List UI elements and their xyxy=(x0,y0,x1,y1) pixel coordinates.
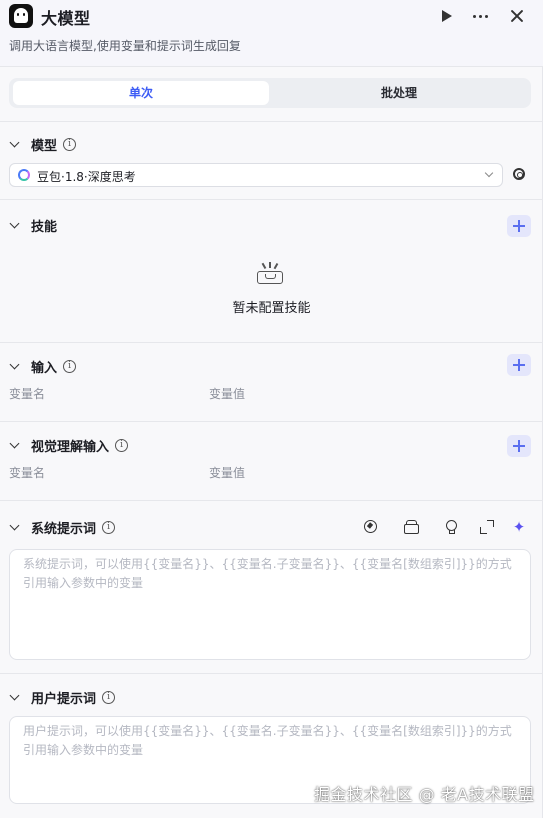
more-options-button[interactable] xyxy=(471,6,491,26)
add-skill-button[interactable] xyxy=(507,215,531,237)
llm-node-logo-icon xyxy=(9,4,33,28)
skills-section-title: 技能 xyxy=(31,219,58,235)
chevron-down-icon xyxy=(9,521,21,533)
input-col-value: 变量值 xyxy=(209,387,246,401)
expand-icon[interactable] xyxy=(479,519,495,535)
compass-icon[interactable] xyxy=(363,519,379,535)
input-section: 输入 i 变量名 变量值 xyxy=(0,343,543,422)
model-select-value: 豆包·1.8·深度思考 xyxy=(37,170,136,184)
system-prompt-header[interactable]: 系统提示词 i xyxy=(9,517,116,537)
user-prompt-placeholder: 用户提示词，可以使用{{变量名}}、{{变量名.子变量名}}、{{变量名[数组索… xyxy=(23,724,512,757)
panel-description: 调用大语言模型,使用变量和提示词生成回复 xyxy=(9,39,241,53)
model-section-header[interactable]: 模型 i xyxy=(9,134,77,154)
vision-col-name: 变量名 xyxy=(9,466,46,480)
model-select[interactable]: 豆包·1.8·深度思考 xyxy=(9,163,503,187)
panel-title: 大模型 xyxy=(41,9,91,28)
info-icon[interactable]: i xyxy=(102,520,116,534)
vision-section-header[interactable]: 视觉理解输入 i xyxy=(9,435,129,455)
run-button[interactable] xyxy=(437,6,457,26)
close-button[interactable] xyxy=(507,6,527,26)
system-prompt-placeholder: 系统提示词，可以使用{{变量名}}、{{变量名.子变量名}}、{{变量名[数组索… xyxy=(23,557,512,590)
chevron-down-icon xyxy=(9,691,21,703)
info-icon[interactable]: i xyxy=(63,137,77,151)
gear-icon[interactable] xyxy=(511,166,527,182)
chevron-down-icon xyxy=(9,439,21,451)
add-input-button[interactable] xyxy=(507,354,531,376)
mode-tabs: 单次 批处理 xyxy=(9,78,531,108)
bulb-icon[interactable] xyxy=(443,519,459,535)
vision-col-value: 变量值 xyxy=(209,466,246,480)
user-prompt-header[interactable]: 用户提示词 i xyxy=(9,687,116,707)
llm-node-panel: 大模型 调用大语言模型,使用变量和提示词生成回复 单次 批处理 模型 i 豆包·… xyxy=(0,0,543,818)
library-icon[interactable] xyxy=(403,519,419,535)
tab-single[interactable]: 单次 xyxy=(13,81,269,105)
vision-input-section: 视觉理解输入 i 变量名 变量值 xyxy=(0,422,543,501)
model-section: 模型 i xyxy=(0,122,543,200)
input-section-title: 输入 xyxy=(31,360,58,376)
skills-section-header[interactable]: 技能 xyxy=(9,215,57,235)
info-icon[interactable]: i xyxy=(102,690,116,704)
input-section-header[interactable]: 输入 i xyxy=(9,356,77,376)
chevron-down-icon xyxy=(484,168,494,178)
system-prompt-title: 系统提示词 xyxy=(31,521,97,537)
model-section-title: 模型 xyxy=(31,138,58,154)
chevron-down-icon xyxy=(9,219,21,231)
input-col-name: 变量名 xyxy=(9,387,46,401)
mode-tabs-bar: 单次 批处理 xyxy=(0,66,543,122)
info-icon[interactable]: i xyxy=(115,438,129,452)
chevron-down-icon xyxy=(9,138,21,150)
skills-empty-text: 暂未配置技能 xyxy=(232,301,311,316)
doubao-model-icon xyxy=(18,169,30,181)
chevron-down-icon xyxy=(9,360,21,372)
system-prompt-input[interactable]: 系统提示词，可以使用{{变量名}}、{{变量名.子变量名}}、{{变量名[数组索… xyxy=(9,549,531,660)
magic-icon[interactable]: ✦ xyxy=(511,519,527,535)
empty-tray-icon xyxy=(257,262,283,286)
watermark-text: 掘金技术社区 @ 老A技术联盟 xyxy=(314,785,535,804)
panel-header: 大模型 调用大语言模型,使用变量和提示词生成回复 xyxy=(0,0,543,66)
vision-section-title: 视觉理解输入 xyxy=(31,439,110,455)
info-icon[interactable]: i xyxy=(63,359,77,373)
add-vision-input-button[interactable] xyxy=(507,435,531,457)
user-prompt-title: 用户提示词 xyxy=(31,691,97,707)
tab-batch[interactable]: 批处理 xyxy=(271,81,527,105)
